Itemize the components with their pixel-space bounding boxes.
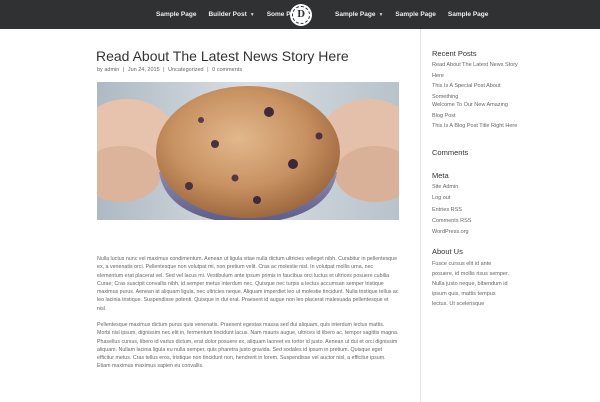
- sidebar-divider: [420, 29, 421, 402]
- logo-letter: D: [297, 9, 305, 20]
- recent-post-link-1[interactable]: Read About The Latest News Story Here: [432, 60, 524, 81]
- meta-link-comments-rss[interactable]: Comments RSS: [432, 216, 542, 227]
- nav-item-label: Sample Page: [395, 11, 436, 18]
- post-date: Jun 24, 2015: [127, 67, 160, 73]
- comments-title: Comments: [432, 148, 469, 157]
- meta-link-wordpress-org[interactable]: WordPress.org: [432, 227, 542, 238]
- nav-item-label: Builder Post: [208, 11, 247, 18]
- nav-item-sample-page[interactable]: Sample Page: [156, 11, 196, 18]
- meta-link-site-admin[interactable]: Site Admin: [432, 182, 542, 193]
- post-meta-by: by: [97, 67, 103, 73]
- recent-post-link-3[interactable]: Welcome To Our New Amazing Blog Post: [432, 100, 510, 121]
- post-author-link[interactable]: admin: [104, 67, 119, 73]
- post-meta: by admin | Jun 24, 2015 | Uncategorized …: [97, 67, 242, 73]
- site-logo[interactable]: D: [290, 4, 312, 26]
- nav-item-sample-page-3[interactable]: Sample Page: [448, 11, 488, 18]
- chevron-down-icon: ▼: [249, 11, 255, 18]
- nav-item-sample-page-2[interactable]: Sample Page: [395, 11, 435, 18]
- meta-separator: |: [122, 67, 125, 73]
- featured-image-muffin[interactable]: [97, 82, 399, 220]
- nav-item-label: Sample Page: [447, 11, 489, 18]
- nav-item-builder-post[interactable]: Builder Post ▼: [208, 11, 254, 18]
- about-us-title: About Us: [432, 247, 463, 256]
- nav-item-label: Sample Page: [156, 11, 197, 18]
- meta-link-entries-rss[interactable]: Entries RSS: [432, 205, 542, 216]
- recent-post-link-2[interactable]: This Is A Special Post About Something: [432, 81, 522, 102]
- post-title[interactable]: Read About The Latest News Story Here: [96, 48, 349, 64]
- about-us-text: Fusce cursus elit id ante posuere, id mo…: [432, 261, 510, 307]
- meta-separator: |: [163, 67, 165, 73]
- meta-link-log-out[interactable]: Log out: [432, 193, 542, 204]
- meta-title: Meta: [432, 171, 449, 180]
- post-comments-link[interactable]: 0 comments: [212, 67, 242, 73]
- recent-post-link-4[interactable]: This Is A Blog Post Title Right Here: [432, 121, 524, 132]
- muffin-photo: [97, 82, 399, 220]
- meta-separator: |: [207, 67, 209, 73]
- logo-ring: D: [292, 6, 310, 24]
- post-paragraph-2: Pellentesque maximus dictum purus quis v…: [97, 322, 399, 370]
- post-category-link[interactable]: Uncategorized: [168, 67, 203, 73]
- nav-item-sample-page-dropdown[interactable]: Sample Page ▼: [335, 11, 383, 18]
- nav-right: Sample Page ▼ Sample Page Sample Page: [335, 0, 500, 29]
- chevron-down-icon: ▼: [378, 11, 384, 18]
- recent-posts-title: Recent Posts: [432, 49, 477, 58]
- nav-item-label: Sample Page: [335, 11, 376, 18]
- post-paragraph-1: Nulla luctus nunc vel maximus condimentu…: [97, 256, 399, 312]
